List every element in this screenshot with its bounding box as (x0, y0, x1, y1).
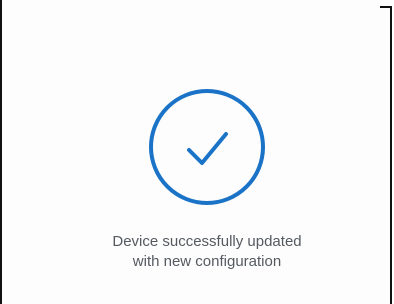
dialog-card: Device successfully updated with new con… (2, 0, 390, 304)
success-message-line-2: with new configuration (132, 253, 282, 270)
left-border (0, 0, 2, 304)
checkmark-circle-icon (149, 89, 265, 205)
success-message: Device successfully updated with new con… (42, 232, 372, 272)
success-dialog: Device successfully updated with new con… (0, 0, 394, 304)
success-message-line-1: Device successfully updated (112, 233, 302, 250)
right-border (390, 6, 392, 304)
